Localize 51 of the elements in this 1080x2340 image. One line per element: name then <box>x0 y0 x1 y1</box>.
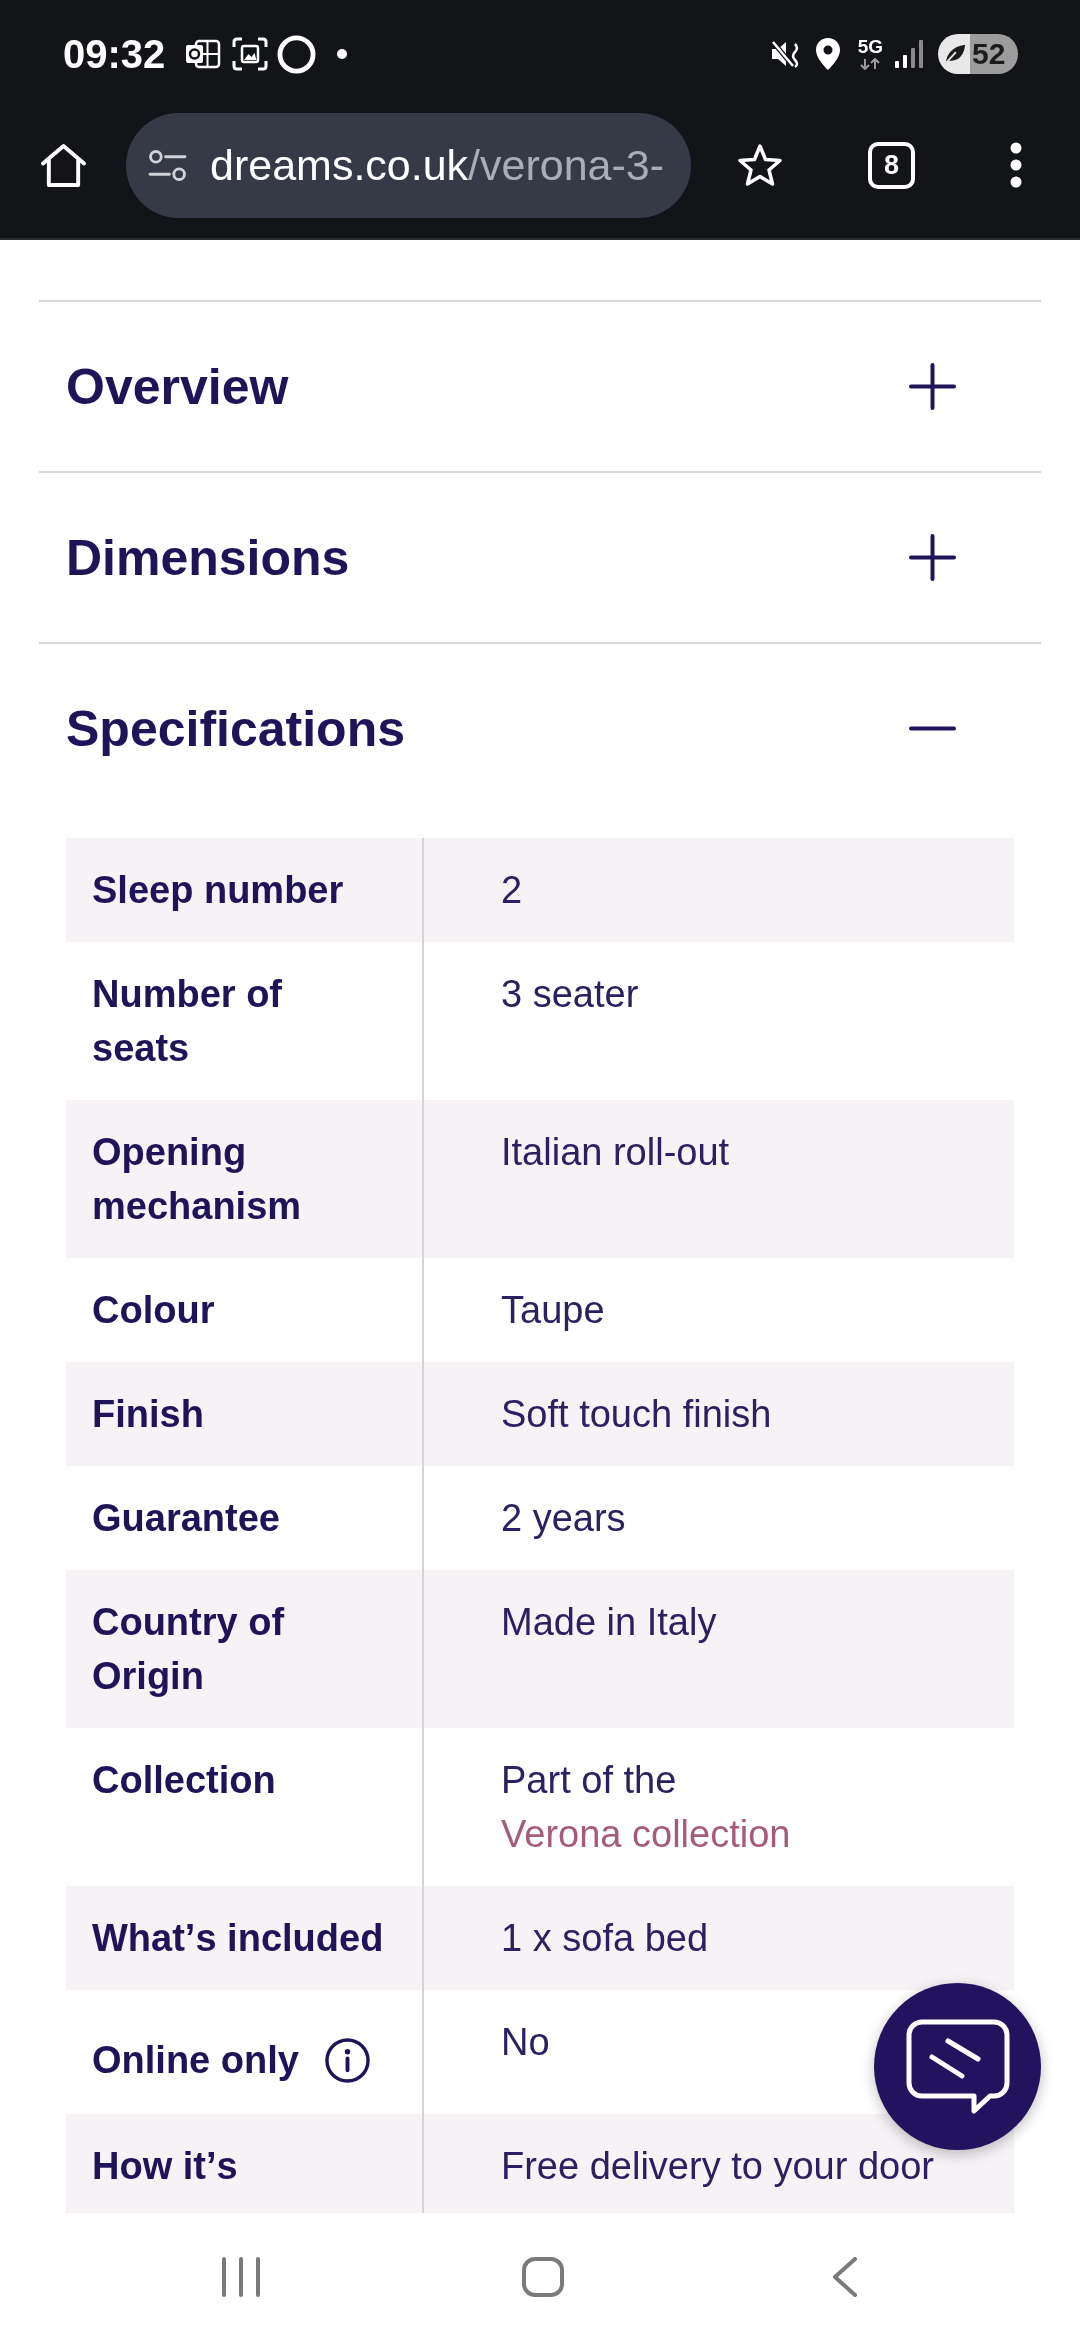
spec-label: Number of seats <box>92 973 282 1069</box>
menu-icon[interactable] <box>1010 142 1022 188</box>
spec-label: Guarantee <box>92 1497 280 1539</box>
battery-percentage: 52 <box>972 37 1006 71</box>
spec-label: What’s included <box>92 1917 384 1959</box>
spec-value: 2 <box>501 869 523 911</box>
back-icon[interactable] <box>832 2256 858 2297</box>
spec-value: Soft touch finish <box>501 1393 772 1435</box>
spec-label: Sleep number <box>92 869 344 911</box>
spec-label: How it’s <box>92 2145 238 2187</box>
screenshot-icon <box>232 37 269 71</box>
spec-value: 2 years <box>501 1497 626 1539</box>
minus-icon <box>909 726 956 731</box>
spec-value: 3 seater <box>501 973 639 1015</box>
spec-value: 1 x sofa bed <box>501 1917 709 1959</box>
plus-icon <box>909 534 956 581</box>
network-type-label: 5G <box>857 38 883 56</box>
spec-value: Taupe <box>501 1289 605 1331</box>
spec-label: Colour <box>92 1289 215 1331</box>
home-icon[interactable] <box>40 142 87 188</box>
status-time: 09:32 <box>63 31 166 77</box>
accordion-header[interactable]: Overview <box>39 302 1041 471</box>
spec-label: Finish <box>92 1393 204 1435</box>
spec-label: Online only <box>92 2038 299 2083</box>
spec-value: Part of the Verona collection <box>501 1759 791 1855</box>
home-button-icon[interactable] <box>522 2256 564 2297</box>
leaf-icon <box>943 43 967 65</box>
grid-badge-icon <box>185 39 222 69</box>
star-icon[interactable] <box>737 143 783 187</box>
spec-value: Free delivery to your door <box>501 2145 934 2187</box>
spec-label: Collection <box>92 1759 276 1801</box>
dot-icon <box>337 49 348 59</box>
accordion-header[interactable]: Dimensions <box>39 473 1041 642</box>
location-pin-icon <box>814 37 841 71</box>
recent-apps-icon[interactable] <box>221 2256 261 2297</box>
spec-label: Opening mechanism <box>92 1131 302 1227</box>
spec-value: No <box>501 2021 550 2063</box>
ring-icon <box>277 34 317 74</box>
info-icon[interactable] <box>324 2037 370 2083</box>
plus-icon <box>909 363 956 410</box>
spec-value: Italian roll-out <box>501 1131 730 1173</box>
address-bar[interactable]: dreams.co.uk/verona-3- <box>126 112 691 218</box>
chat-icon <box>905 2018 1010 2115</box>
signal-bars-icon <box>895 40 923 68</box>
accordion-header[interactable]: Specifications <box>39 644 1041 813</box>
collection-link[interactable]: Verona collection <box>501 1813 791 1855</box>
spec-label: Country of Origin <box>92 1601 285 1697</box>
tune-icon[interactable] <box>148 149 187 181</box>
tab-switcher-button[interactable]: 8 <box>868 141 915 189</box>
spec-value: Made in Italy <box>501 1601 717 1643</box>
data-arrows-icon <box>860 58 881 70</box>
